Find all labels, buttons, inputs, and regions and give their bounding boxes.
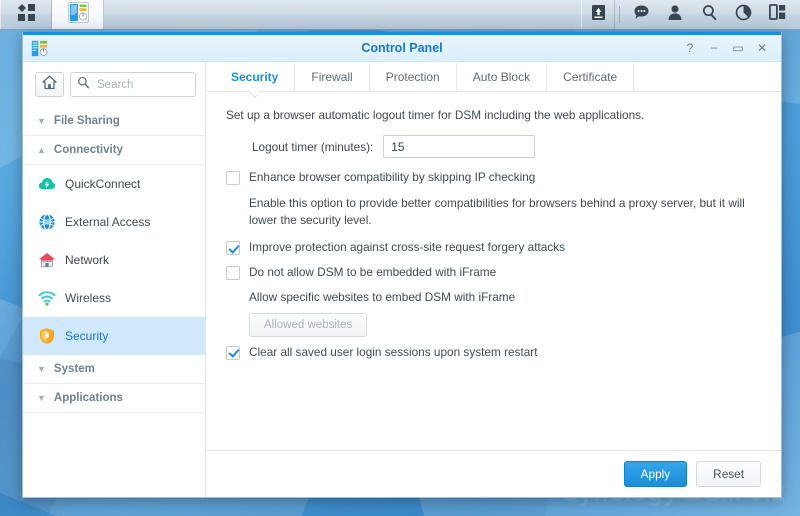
allowed-websites-button[interactable]: Allowed websites xyxy=(249,312,368,337)
tab-firewall[interactable]: Firewall xyxy=(295,63,370,91)
logout-timer-input[interactable] xyxy=(383,135,536,158)
tab-auto-block[interactable]: Auto Block xyxy=(457,63,548,91)
help-button[interactable]: ? xyxy=(679,38,701,58)
sidebar-search-box[interactable] xyxy=(70,72,196,97)
main-menu-button[interactable] xyxy=(0,0,52,29)
sidebar-section-label: File Sharing xyxy=(53,115,120,127)
pilot-view-button[interactable] xyxy=(760,0,794,29)
chevron-down-icon: ▼ xyxy=(37,115,46,126)
tab-certificate[interactable]: Certificate xyxy=(547,63,635,91)
upload-icon xyxy=(591,4,606,26)
sidebar-section-system[interactable]: ▼ System xyxy=(23,355,205,384)
checkbox-no-iframe[interactable] xyxy=(226,266,240,281)
person-icon xyxy=(667,4,683,26)
home-button[interactable] xyxy=(35,72,64,97)
checkbox-clear-sessions[interactable] xyxy=(226,345,240,360)
control-panel-icon xyxy=(67,1,89,28)
window-titlebar[interactable]: Control Panel ? − ▭ ✕ xyxy=(23,32,781,62)
option-label: Clear all saved user login sessions upon… xyxy=(249,344,538,359)
close-button[interactable]: ✕ xyxy=(751,38,773,58)
taskbar xyxy=(0,0,800,30)
taskbar-right-icons xyxy=(581,0,800,29)
sidebar-section-label: Applications xyxy=(53,392,123,404)
taskbar-left-buttons xyxy=(0,0,104,29)
tab-bar: Security Firewall Protection Auto Block … xyxy=(206,62,781,92)
checkbox-improve-csrf[interactable] xyxy=(226,241,240,256)
pie-clock-icon xyxy=(735,4,752,26)
sidebar-item-label: Security xyxy=(65,329,109,343)
widgets-button[interactable] xyxy=(726,0,760,29)
sidebar-item-label: Network xyxy=(65,253,110,267)
option-label: Do not allow DSM to be embedded with iFr… xyxy=(249,265,497,280)
sidebar-section-label: System xyxy=(53,363,95,375)
sidebar-item-external-access[interactable]: External Access xyxy=(23,203,205,241)
enhance-compat-description: Enable this option to provide better com… xyxy=(249,195,745,228)
sidebar-item-label: External Access xyxy=(65,215,151,229)
globe-icon xyxy=(37,213,56,232)
sidebar-item-wireless[interactable]: Wireless xyxy=(23,279,205,317)
sidebar-item-quickconnect[interactable]: QuickConnect xyxy=(23,165,205,203)
taskbar-spacer xyxy=(104,0,581,29)
tab-security[interactable]: Security xyxy=(215,63,296,91)
minimize-button[interactable]: − xyxy=(703,38,725,58)
panels-icon xyxy=(768,4,786,25)
sidebar-section-connectivity[interactable]: ▼ Connectivity xyxy=(23,136,205,165)
chevron-down-icon: ▼ xyxy=(37,363,46,374)
intro-text: Set up a browser automatic logout timer … xyxy=(226,108,645,122)
security-settings-panel: Set up a browser automatic logout timer … xyxy=(206,92,781,450)
sidebar-search-row xyxy=(23,72,205,97)
content-area: Security Firewall Protection Auto Block … xyxy=(206,62,781,497)
quickconnect-icon xyxy=(37,175,56,194)
network-house-icon xyxy=(37,251,56,270)
wifi-icon xyxy=(37,289,56,308)
option-no-iframe[interactable]: Do not allow DSM to be embedded with iFr… xyxy=(226,265,761,281)
maximize-button[interactable]: ▭ xyxy=(727,38,749,58)
option-clear-sessions[interactable]: Clear all saved user login sessions upon… xyxy=(226,345,761,361)
logout-timer-label: Logout timer (minutes): xyxy=(252,139,374,154)
search-button[interactable] xyxy=(692,0,726,29)
tab-protection[interactable]: Protection xyxy=(370,63,457,91)
upload-queue-button[interactable] xyxy=(581,0,615,29)
shield-icon xyxy=(37,327,56,346)
option-enhance-compat[interactable]: Enhance browser compatibility by skippin… xyxy=(226,170,761,186)
chevron-down-icon: ▼ xyxy=(37,392,46,403)
taskbar-divider xyxy=(619,6,620,23)
sidebar: ▼ File Sharing ▼ Connectivity QuickConne… xyxy=(23,62,206,497)
control-panel-task-button[interactable] xyxy=(52,0,104,29)
chat-bubble-icon xyxy=(633,4,650,26)
sidebar-item-label: QuickConnect xyxy=(65,177,141,191)
window-controls: ? − ▭ ✕ xyxy=(679,38,781,58)
sidebar-item-label: Wireless xyxy=(65,291,112,305)
grid-menu-icon xyxy=(17,3,36,27)
magnifier-icon xyxy=(701,4,718,26)
sidebar-section-label: Connectivity xyxy=(53,144,123,156)
reset-button[interactable]: Reset xyxy=(696,461,761,487)
search-input[interactable] xyxy=(95,77,189,92)
option-improve-csrf[interactable]: Improve protection against cross-site re… xyxy=(226,240,761,256)
sidebar-item-network[interactable]: Network xyxy=(23,241,205,279)
window-title: Control Panel xyxy=(361,41,443,55)
chevron-up-icon: ▼ xyxy=(37,145,46,156)
option-label: Improve protection against cross-site re… xyxy=(249,240,566,255)
user-options-button[interactable] xyxy=(658,0,692,29)
apply-button[interactable]: Apply xyxy=(623,461,688,487)
control-panel-window: Control Panel ? − ▭ ✕ Search ▼ File Shar… xyxy=(22,32,782,498)
sidebar-item-security[interactable]: Security xyxy=(23,317,205,355)
notifications-button[interactable] xyxy=(624,0,658,29)
iframe-sub-text: Allow specific websites to embed DSM wit… xyxy=(249,289,516,304)
logout-timer-row: Logout timer (minutes): xyxy=(252,135,761,158)
panel-footer: Apply Reset xyxy=(206,450,781,497)
option-label: Enhance browser compatibility by skippin… xyxy=(249,170,536,184)
home-icon xyxy=(42,75,57,95)
window-body: ▼ File Sharing ▼ Connectivity QuickConne… xyxy=(23,62,781,497)
control-panel-icon xyxy=(31,40,48,57)
sidebar-section-file-sharing[interactable]: ▼ File Sharing xyxy=(23,107,205,136)
sidebar-section-applications[interactable]: ▼ Applications xyxy=(23,384,205,413)
checkbox-enhance-compat[interactable] xyxy=(226,171,240,185)
search-icon xyxy=(77,76,90,94)
